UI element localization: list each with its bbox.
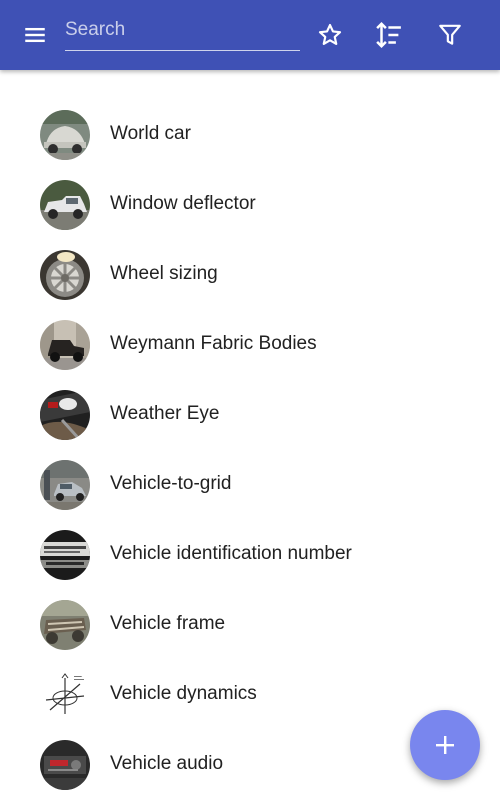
car-radio-photo: [40, 740, 90, 790]
car-frame-photo: [40, 600, 90, 650]
item-label: World car: [110, 123, 191, 144]
thumbnail: [40, 600, 90, 650]
item-label: Weather Eye: [110, 403, 220, 424]
thumbnail: [40, 390, 90, 440]
menu-icon: [25, 27, 45, 43]
thumbnail: [40, 460, 90, 510]
favorites-button[interactable]: [310, 15, 350, 55]
sort-icon: [376, 21, 401, 49]
list-item[interactable]: Vehicle-to-grid: [0, 450, 500, 520]
add-button[interactable]: [410, 710, 480, 780]
dashboard-control-photo: [40, 390, 90, 440]
wheel-rim-photo: [40, 250, 90, 300]
app-bar: [0, 0, 500, 70]
list-item[interactable]: Weymann Fabric Bodies: [0, 310, 500, 380]
filter-button[interactable]: [430, 15, 470, 55]
axes-diagram-drawing: [40, 670, 90, 720]
thumbnail: [40, 250, 90, 300]
thumbnail: [40, 320, 90, 370]
search-field: [65, 14, 300, 51]
item-label: Vehicle identification number: [110, 543, 352, 564]
item-label: Vehicle frame: [110, 613, 226, 634]
list-item[interactable]: World car: [0, 100, 500, 170]
list-item[interactable]: Weather Eye: [0, 380, 500, 450]
item-label: Wheel sizing: [110, 263, 218, 284]
list-item[interactable]: Wheel sizing: [0, 240, 500, 310]
menu-button[interactable]: [15, 15, 55, 55]
list-item[interactable]: Window deflector: [0, 170, 500, 240]
beetle-car-photo: [40, 110, 90, 160]
thumbnail: [40, 110, 90, 160]
item-label: Vehicle-to-grid: [110, 473, 232, 494]
article-list: World car Window deflector Wheel sizing …: [0, 100, 500, 800]
vin-plate-photo: [40, 530, 90, 580]
item-label: Vehicle dynamics: [110, 683, 257, 704]
filter-icon: [439, 24, 461, 45]
thumbnail: [40, 740, 90, 790]
plus-icon: [436, 736, 454, 754]
star-outline-icon: [318, 23, 342, 45]
search-input[interactable]: [65, 14, 300, 46]
pickup-truck-photo: [40, 180, 90, 230]
list-item[interactable]: Vehicle frame: [0, 590, 500, 660]
list-item[interactable]: Vehicle identification number: [0, 520, 500, 590]
thumbnail: [40, 670, 90, 720]
electric-car-charging-photo: [40, 460, 90, 510]
vintage-car-photo: [40, 320, 90, 370]
item-label: Vehicle audio: [110, 753, 224, 774]
thumbnail: [40, 530, 90, 580]
item-label: Window deflector: [110, 193, 256, 214]
item-label: Weymann Fabric Bodies: [110, 333, 317, 354]
sort-button[interactable]: [369, 15, 409, 55]
thumbnail: [40, 180, 90, 230]
